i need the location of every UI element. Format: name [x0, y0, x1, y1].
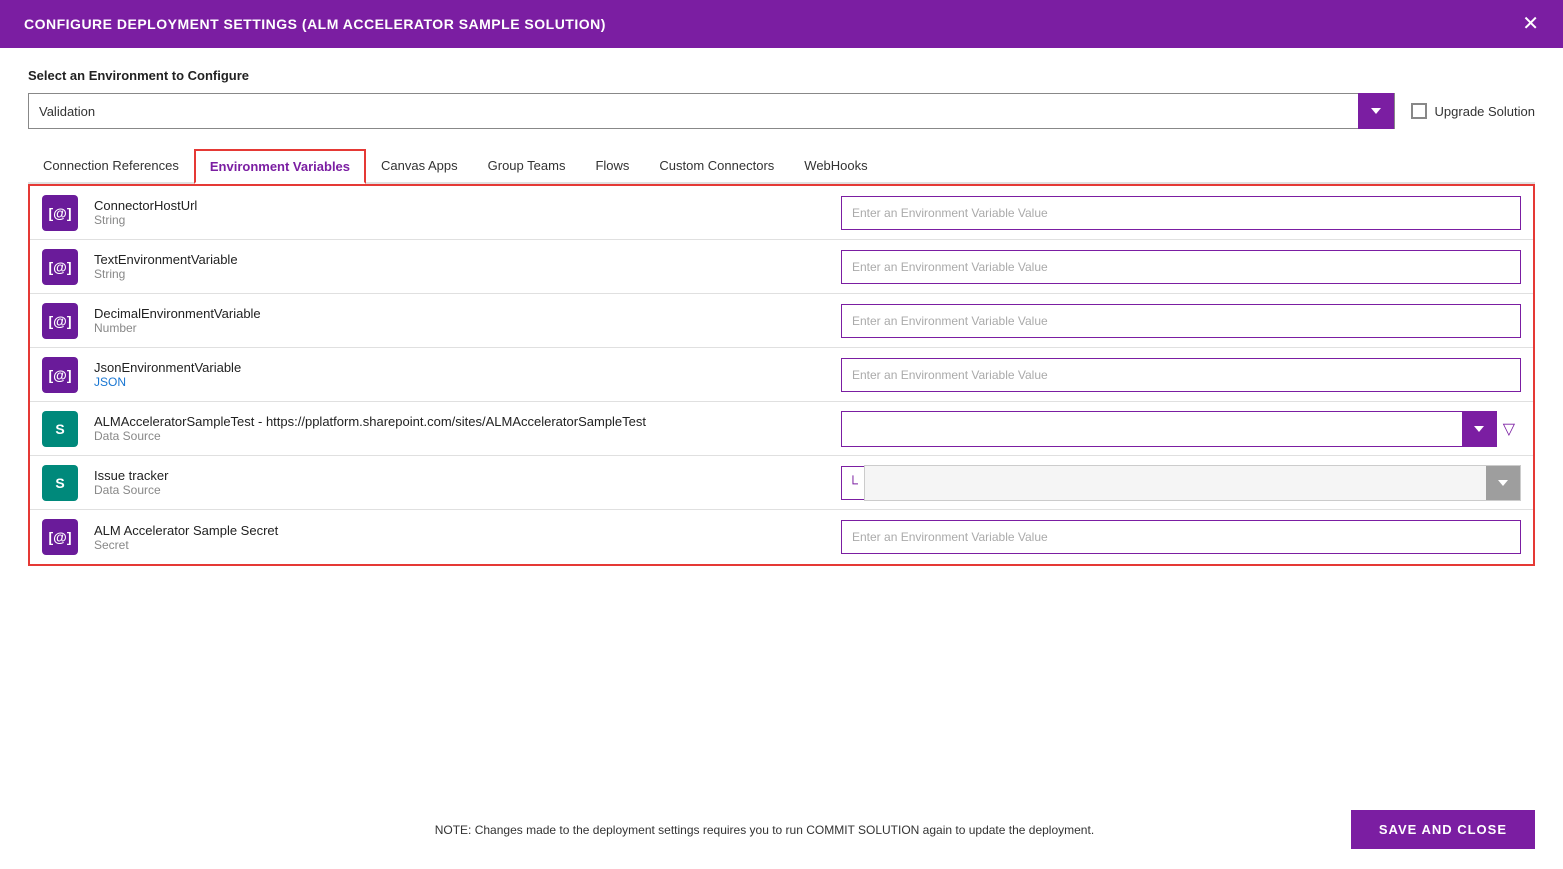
issue-tracker-prefix: └ [841, 466, 864, 500]
var-info-decimal-env-var: DecimalEnvironmentVariable Number [94, 306, 825, 335]
table-row: [@] DecimalEnvironmentVariable Number [30, 294, 1533, 348]
var-info-alm-test: ALMAcceleratorSampleTest - https://pplat… [94, 414, 825, 443]
var-name: DecimalEnvironmentVariable [94, 306, 825, 321]
table-row: S Issue tracker Data Source └ [30, 456, 1533, 510]
var-name: JsonEnvironmentVariable [94, 360, 825, 375]
tab-environment-variables[interactable]: Environment Variables [194, 149, 366, 184]
env-dropdown-button[interactable] [1358, 93, 1394, 129]
var-name: ALMAcceleratorSampleTest - https://pplat… [94, 414, 825, 429]
var-type: Number [94, 321, 825, 335]
var-info-json-env-var: JsonEnvironmentVariable JSON [94, 360, 825, 389]
var-input-area [841, 358, 1521, 392]
table-row: [@] ConnectorHostUrl String [30, 186, 1533, 240]
var-icon-json-env-var: [@] [42, 357, 78, 393]
var-name: TextEnvironmentVariable [94, 252, 825, 267]
var-icon-sample-secret: [@] [42, 519, 78, 555]
modal-title: CONFIGURE DEPLOYMENT SETTINGS (ALM Accel… [24, 16, 606, 32]
issue-tracker-dropdown-button[interactable] [1486, 466, 1520, 500]
modal-header: CONFIGURE DEPLOYMENT SETTINGS (ALM Accel… [0, 0, 1563, 48]
upgrade-solution-label: Upgrade Solution [1435, 104, 1535, 119]
alm-test-dropdown-button[interactable] [1462, 412, 1496, 446]
var-type: Data Source [94, 429, 825, 443]
tab-group-teams[interactable]: Group Teams [473, 149, 581, 184]
tab-flows[interactable]: Flows [580, 149, 644, 184]
chevron-down-icon [1498, 480, 1508, 486]
variables-container: [@] ConnectorHostUrl String [@] TextEnvi… [28, 184, 1535, 566]
dropdown-input-wrapper [841, 411, 1497, 447]
var-input-area-dropdown: ▽ [841, 411, 1521, 447]
var-info-issue-tracker: Issue tracker Data Source [94, 468, 825, 497]
var-icon-alm-test: S [42, 411, 78, 447]
issue-tracker-input-area: └ [841, 465, 1521, 501]
var-input-area [841, 520, 1521, 554]
connector-host-url-input[interactable] [841, 196, 1521, 230]
modal-body: Select an Environment to Configure Valid… [0, 48, 1563, 869]
var-info-connector-host-url: ConnectorHostUrl String [94, 198, 825, 227]
sample-secret-input[interactable] [841, 520, 1521, 554]
var-name: Issue tracker [94, 468, 825, 483]
var-icon-connector-host-url: [@] [42, 195, 78, 231]
var-type: Data Source [94, 483, 825, 497]
var-input-area [841, 196, 1521, 230]
footer: NOTE: Changes made to the deployment set… [28, 794, 1535, 849]
issue-tracker-input-wrapper [864, 465, 1521, 501]
tab-custom-connectors[interactable]: Custom Connectors [644, 149, 789, 184]
alm-test-filter-button[interactable]: ▽ [1497, 419, 1521, 439]
upgrade-solution-row: Upgrade Solution [1411, 103, 1535, 119]
issue-tracker-input[interactable] [865, 466, 1486, 500]
var-type: String [94, 213, 825, 227]
table-row: S ALMAcceleratorSampleTest - https://ppl… [30, 402, 1533, 456]
chevron-down-icon [1371, 108, 1381, 114]
table-row: [@] TextEnvironmentVariable String [30, 240, 1533, 294]
footer-note: NOTE: Changes made to the deployment set… [178, 823, 1351, 837]
env-dropdown[interactable]: Validation [28, 93, 1395, 129]
save-and-close-button[interactable]: SAVE AND CLOSE [1351, 810, 1535, 849]
env-select-label: Select an Environment to Configure [28, 68, 1535, 83]
close-button[interactable]: ✕ [1522, 14, 1539, 34]
var-name: ConnectorHostUrl [94, 198, 825, 213]
var-type: Secret [94, 538, 825, 552]
var-type: String [94, 267, 825, 281]
var-icon-decimal-env-var: [@] [42, 303, 78, 339]
text-env-var-input[interactable] [841, 250, 1521, 284]
env-select-row: Validation Upgrade Solution [28, 93, 1535, 129]
alm-test-dropdown-input[interactable] [842, 412, 1462, 446]
var-icon-text-env-var: [@] [42, 249, 78, 285]
var-input-area [841, 304, 1521, 338]
tab-canvas-apps[interactable]: Canvas Apps [366, 149, 473, 184]
tab-webhooks[interactable]: WebHooks [789, 149, 882, 184]
upgrade-solution-checkbox[interactable] [1411, 103, 1427, 119]
var-name: ALM Accelerator Sample Secret [94, 523, 825, 538]
var-input-area [841, 250, 1521, 284]
table-row: [@] ALM Accelerator Sample Secret Secret [30, 510, 1533, 564]
env-dropdown-value: Validation [29, 104, 1358, 119]
tab-connection-references[interactable]: Connection References [28, 149, 194, 184]
var-type: JSON [94, 375, 825, 389]
var-icon-issue-tracker: S [42, 465, 78, 501]
decimal-env-var-input[interactable] [841, 304, 1521, 338]
tabs-row: Connection References Environment Variab… [28, 147, 1535, 184]
chevron-down-icon [1474, 426, 1484, 432]
table-row: [@] JsonEnvironmentVariable JSON [30, 348, 1533, 402]
var-info-text-env-var: TextEnvironmentVariable String [94, 252, 825, 281]
var-info-sample-secret: ALM Accelerator Sample Secret Secret [94, 523, 825, 552]
json-env-var-input[interactable] [841, 358, 1521, 392]
